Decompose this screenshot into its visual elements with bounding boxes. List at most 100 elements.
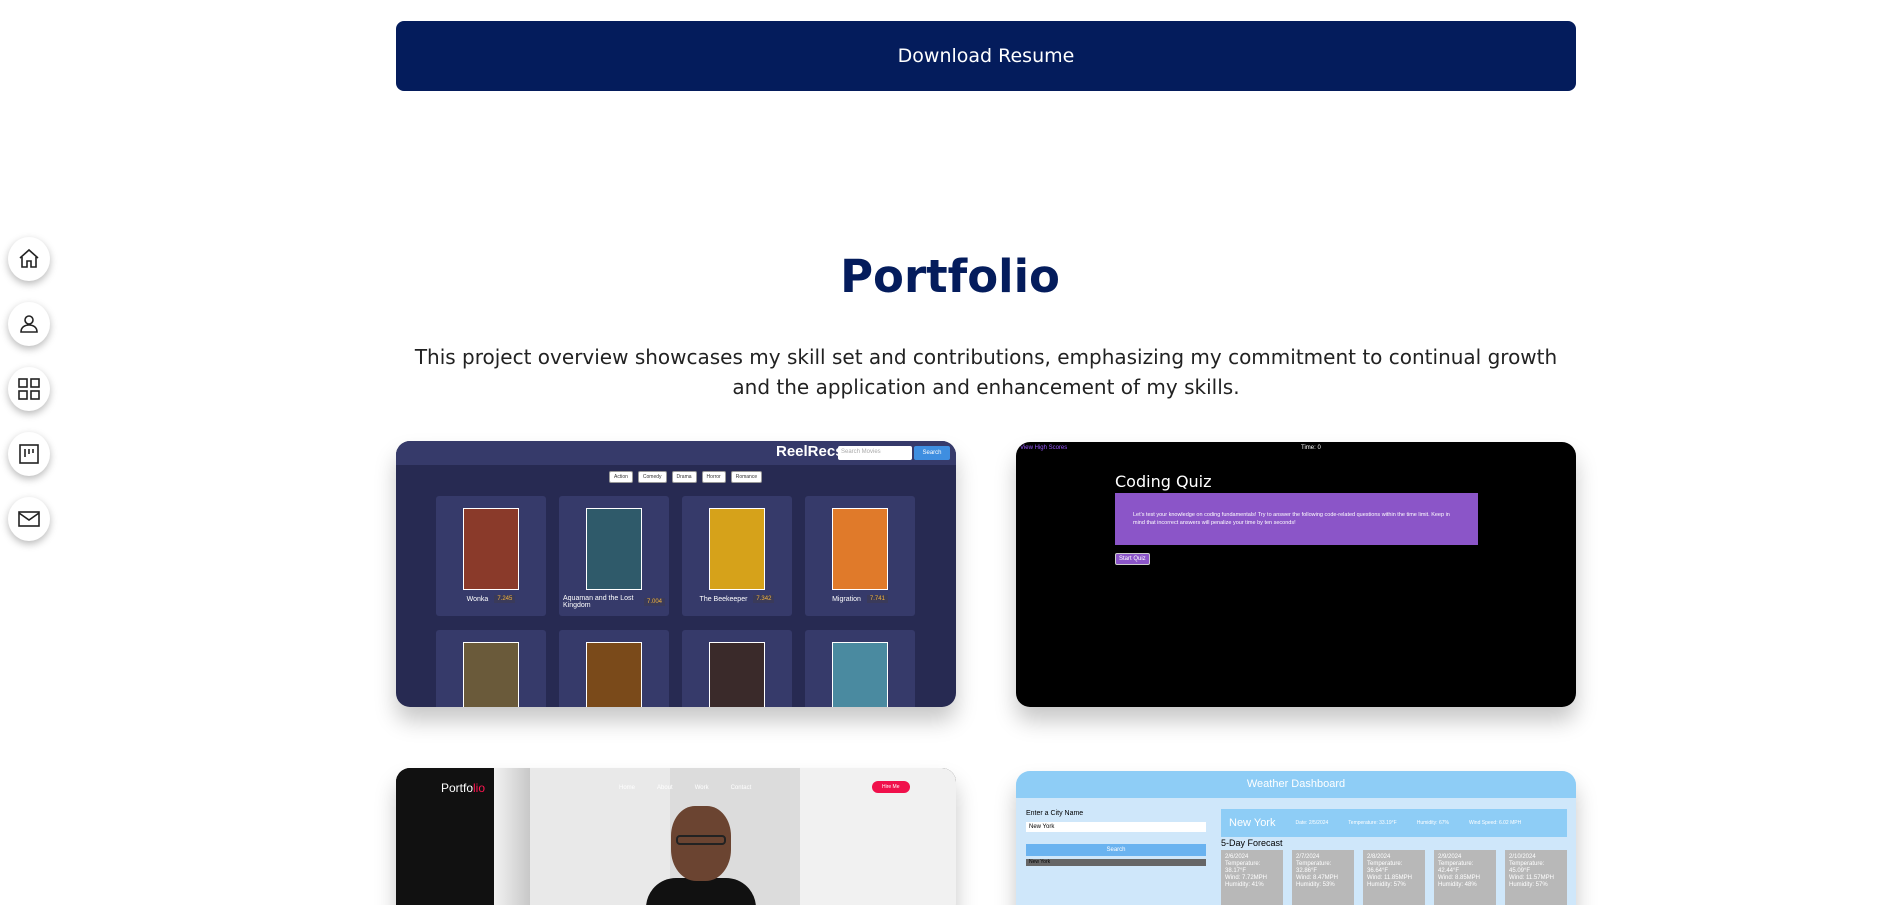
weather-city-input: New York bbox=[1026, 822, 1206, 832]
movie-poster bbox=[832, 508, 888, 590]
movie-rating: 7.342 bbox=[753, 595, 775, 603]
movie-card: Migration 7.741 bbox=[805, 496, 915, 616]
forecast-day-card: 2/6/2024 Temperature: 38.17°F Wind: 7.72MP… bbox=[1221, 850, 1283, 905]
project-card-weather[interactable]: Weather Dashboard Enter a City Name New … bbox=[1016, 771, 1576, 905]
reel-genre-list: Action Comedy Drama Horror Romance bbox=[609, 471, 763, 483]
quiz-start-button: Start Quiz bbox=[1115, 553, 1150, 565]
project-card-portfolio[interactable]: Portfolio Home About Work Contact Hire M… bbox=[396, 768, 956, 905]
movie-rating: 7.245 bbox=[494, 595, 516, 603]
movie-title-row: Aquaman and the Lost Kingdom 7.004 bbox=[563, 595, 665, 609]
movie-card bbox=[436, 630, 546, 707]
quiz-intro: Let's test your knowledge on coding fund… bbox=[1115, 493, 1478, 545]
quiz-timer: Time: 0 bbox=[1301, 445, 1321, 451]
mail-icon bbox=[18, 511, 40, 527]
forecast-date: 2/8/2024 bbox=[1367, 854, 1391, 860]
forecast-temp: Temperature: 36.64°F bbox=[1367, 861, 1403, 874]
movie-title: Aquaman and the Lost Kingdom bbox=[563, 595, 634, 609]
port-nav-item: About bbox=[657, 785, 673, 791]
movie-card: Aquaman and the Lost Kingdom 7.004 bbox=[559, 496, 669, 616]
movie-title: Migration bbox=[832, 595, 861, 603]
portfolio-description: This project overview showcases my skill… bbox=[414, 345, 1558, 399]
weather-history-item: New York bbox=[1026, 859, 1206, 866]
weather-forecast-label: 5-Day Forecast bbox=[1221, 838, 1283, 848]
forecast-humidity: Humidity: 48% bbox=[1438, 882, 1477, 888]
forecast-date: 2/6/2024 bbox=[1225, 854, 1249, 860]
movie-card bbox=[682, 630, 792, 707]
project-card-quiz[interactable]: View High Scores Time: 0 Coding Quiz Let… bbox=[1016, 442, 1576, 707]
download-resume-button[interactable]: Download Resume bbox=[396, 21, 1576, 91]
forecast-wind: Wind: 11.85MPH bbox=[1367, 875, 1412, 881]
forecast-temp: Temperature: 45.09°F bbox=[1509, 861, 1545, 874]
movie-poster bbox=[709, 508, 765, 590]
forecast-date: 2/9/2024 bbox=[1438, 854, 1462, 860]
genre-chip: Romance bbox=[730, 471, 763, 483]
nav-work-button[interactable] bbox=[8, 432, 50, 476]
quiz-high-scores-link: View High Scores bbox=[1020, 445, 1068, 451]
reel-search-input: Search Movies bbox=[838, 446, 912, 460]
quiz-title: Coding Quiz bbox=[1115, 472, 1212, 491]
portfolio-heading: Portfolio bbox=[840, 250, 1060, 303]
forecast-wind: Wind: 8.85MPH bbox=[1438, 875, 1481, 881]
weather-current-date: Date: 2/5/2024 bbox=[1295, 820, 1329, 826]
forecast-date: 2/10/2024 bbox=[1509, 854, 1536, 860]
port-bg bbox=[494, 768, 530, 905]
movie-rating: 7.004 bbox=[643, 598, 665, 606]
port-portrait-glasses bbox=[676, 835, 726, 845]
genre-chip: Action bbox=[609, 471, 633, 483]
forecast-day-card: 2/10/2024 Temperature: 45.09°F Wind: 11.57… bbox=[1505, 850, 1567, 905]
forecast-day-card: 2/8/2024 Temperature: 36.64°F Wind: 11.85M… bbox=[1363, 850, 1425, 905]
weather-header: Weather Dashboard bbox=[1016, 771, 1576, 798]
genre-chip: Horror bbox=[701, 471, 726, 483]
movie-title-row: The Beekeeper 7.342 bbox=[686, 595, 788, 603]
movie-poster bbox=[463, 508, 519, 590]
port-hire-button: Hire Me bbox=[872, 781, 910, 793]
page: Download Resume Portfolio This project o… bbox=[0, 0, 1900, 905]
reel-search-button: Search bbox=[914, 446, 950, 460]
forecast-wind: Wind: 8.47MPH bbox=[1296, 875, 1339, 881]
movie-title: Wonka bbox=[466, 595, 489, 603]
port-logo-accent: lio bbox=[473, 781, 486, 795]
movie-poster bbox=[709, 642, 765, 707]
weather-current-temp: Temperature: 33.19°F bbox=[1348, 820, 1397, 826]
movie-rating: 7.741 bbox=[866, 595, 888, 603]
movie-card bbox=[559, 630, 669, 707]
forecast-temp: Temperature: 38.17°F bbox=[1225, 861, 1261, 874]
nav-contact-button[interactable] bbox=[8, 497, 50, 541]
forecast-wind: Wind: 11.57MPH bbox=[1509, 875, 1554, 881]
port-logo-main: Portfo bbox=[441, 781, 474, 795]
forecast-humidity: Humidity: 57% bbox=[1509, 882, 1548, 888]
movie-poster bbox=[463, 642, 519, 707]
project-card-reelrecs[interactable]: ReelRecs Search Movies Search Action Com… bbox=[396, 441, 956, 707]
movie-card: The Beekeeper 7.342 bbox=[682, 496, 792, 616]
movie-title-row: Wonka 7.245 bbox=[440, 595, 542, 603]
forecast-wind: Wind: 7.72MPH bbox=[1225, 875, 1268, 881]
movie-card bbox=[805, 630, 915, 707]
port-portrait-body bbox=[646, 878, 756, 905]
forecast-humidity: Humidity: 53% bbox=[1296, 882, 1335, 888]
port-nav-item: Work bbox=[694, 785, 709, 791]
user-icon bbox=[20, 315, 38, 333]
weather-city-label: Enter a City Name bbox=[1026, 810, 1084, 817]
nav-portfolio-button[interactable] bbox=[8, 367, 50, 411]
genre-chip: Comedy bbox=[637, 471, 667, 483]
port-nav: Home About Work Contact bbox=[619, 785, 751, 791]
movie-card: Wonka 7.245 bbox=[436, 496, 546, 616]
movie-poster bbox=[832, 642, 888, 707]
forecast-humidity: Humidity: 57% bbox=[1367, 882, 1406, 888]
forecast-day-card: 2/9/2024 Temperature: 42.44°F Wind: 8.85MP… bbox=[1434, 850, 1496, 905]
reel-header: ReelRecs Search Movies Search bbox=[396, 441, 956, 465]
port-nav-item: Contact bbox=[730, 785, 752, 791]
forecast-temp: Temperature: 32.86°F bbox=[1296, 861, 1332, 874]
weather-current-city: New York bbox=[1229, 817, 1276, 829]
nav-about-button[interactable] bbox=[8, 302, 50, 346]
movie-poster bbox=[586, 508, 642, 590]
forecast-day-card: 2/7/2024 Temperature: 32.86°F Wind: 8.47MP… bbox=[1292, 850, 1354, 905]
grid-icon bbox=[18, 378, 40, 400]
genre-chip: Drama bbox=[671, 471, 697, 483]
movie-title-row: Migration 7.741 bbox=[809, 595, 911, 603]
movie-title: The Beekeeper bbox=[699, 595, 748, 603]
weather-current-humidity: Humidity: 67% bbox=[1416, 820, 1449, 826]
port-logo: Portfolio bbox=[441, 781, 485, 795]
forecast-humidity: Humidity: 41% bbox=[1225, 882, 1264, 888]
weather-current-wind: Wind Speed: 6.02 MPH bbox=[1468, 820, 1522, 826]
